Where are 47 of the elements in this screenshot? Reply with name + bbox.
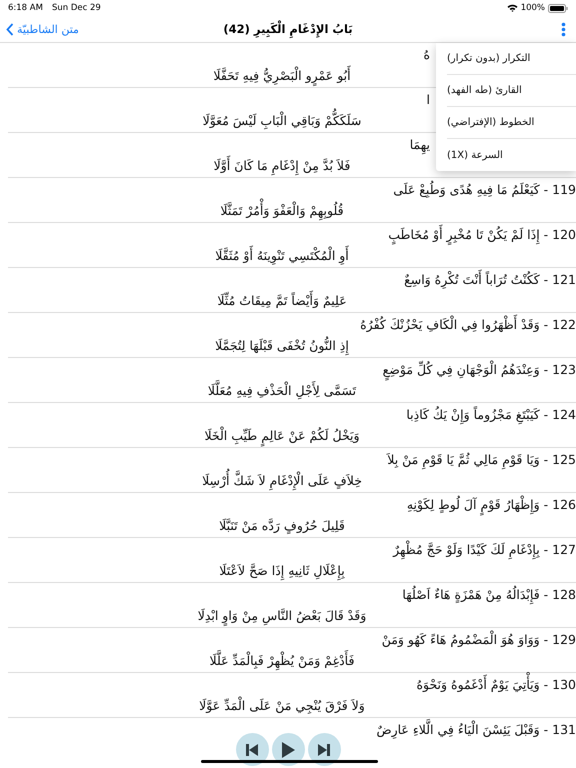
menu-item[interactable]: الخطوط (الإفتراضي) xyxy=(447,107,576,139)
verse-line: 123 - وَعِنْدَهُمُ الْوَجْهَانِ فِي كُلِّ مَوْضِعٍ xyxy=(382,359,576,381)
verse-line: 124 - كَيَبْتَغِ مَجْزُوماً وَإِنْ يَكُ كَاذِبا xyxy=(406,404,576,426)
menu-item[interactable]: التكرار (بدون تكرار) xyxy=(447,43,576,75)
verse-line: 130 - وَيَأْتِيَ يَوْمٌ أَدْغَمُوهُ وَنَحْوَهُ xyxy=(416,674,576,696)
verse-line: خِلاَفٍ عَلَى الْإِدْغَامِ لاَ شَكَّ أُرْسِلَا xyxy=(202,471,362,491)
verse-line: إِذِ النُّونُ تُخْفَى قَبْلَهَا لِتُجَمَّلَا xyxy=(215,336,349,356)
verse-line: 119 - كَيَعْلَمُ مَا فِيهِ هُدًى وَطُبِعْ عَلَى xyxy=(393,180,576,200)
status-time: 6:18 AM xyxy=(8,3,43,13)
verse-line: 129 - وَوَاوَ هُوَ الْمَضْمُومُ هَاءً كَهُو وَمَنْ xyxy=(382,630,576,649)
menu-item[interactable]: القارئ (طه الفهد) xyxy=(447,75,576,107)
verse-line: ا xyxy=(426,91,430,109)
verse-line: وَلاَ فَرْقَ يُنْجِي مَنْ عَلَى الْمَدِّ عَوَّلَا xyxy=(199,696,365,716)
battery-percent: 100% xyxy=(520,3,545,13)
skip-forward-icon xyxy=(317,742,331,756)
verse-line: 126 - وَإِظْهَارُ قَوْمٍ آلَ لُوطٍ لِكَوْنِهِ xyxy=(406,494,576,516)
chevron-left-icon xyxy=(6,22,14,36)
verse-line: عَلِيمٌ وَأَيْضاً تَمَّ مِيقَاتُ مُثِّلَا xyxy=(217,291,347,311)
wifi-icon xyxy=(506,4,518,12)
back-button[interactable]: متن الشاطبيّة xyxy=(6,22,79,36)
verse-line: 120 - إِذَا لَمْ يَكُنْ تَا مُخْبِرٍ أَوْ مُخَاطَبٍ xyxy=(388,224,576,246)
verse-line: 131 - وَقَبْلَ يَئِسْنَ الْيَاءُ فِي الَّلاءِ عَارِضٌ xyxy=(376,719,576,741)
more-icon xyxy=(561,22,566,36)
verse-line: بِإِعْلَالِ ثَانِيهِ إِذَا صَحَّ لاَعْتَلَا xyxy=(219,561,345,581)
skip-back-icon xyxy=(245,742,259,756)
verse-line: 122 - وَقَدْ أَظْهَرُوا فِي الْكَافِ يَحْزُنْكَ كُفْرُهُ xyxy=(360,314,576,336)
verse-line: 128 - فَإِبْدَالُهُ مِنْ هَمْزَةٍ هَاءٌ اَصْلُهَا xyxy=(402,584,576,606)
verse-line: وَيَخْلُ لَكُمْ عَنْ عَالِمٍ طَيِّبِ الْخَلَا xyxy=(204,426,360,446)
play-icon xyxy=(280,740,296,758)
more-options-button[interactable] xyxy=(561,22,566,36)
verse-line: قَلِيلَ حُرُوفٍ رَدَّه مَنْ تَنَبَّلَا xyxy=(219,517,345,536)
menu-item[interactable]: السرعة (1X) xyxy=(447,139,576,171)
verse-line: وَقَدْ قَالَ بَعْضُ النَّاسِ مِنْ وَاوٍ ابْدِلَا xyxy=(198,606,366,626)
battery-icon xyxy=(548,4,568,12)
verse-line: 127 - بِإِدْغَامِ لَكَ كَيْدًا وَلَوْ حَجَّ مُظْهِرٌ xyxy=(393,539,576,561)
verse-line: قُلُوبِهِمْ وَالْعَفْوَ وَأْمُرْ تَمَثَّلَا xyxy=(220,201,344,221)
verse-line: فَلاَ بُدَّ مِنْ إِدْغَامِ مَا كَانَ أَوَّلَا xyxy=(214,156,350,176)
verse-line: هُ xyxy=(423,46,430,64)
verse-line: أَوِ الْمُكْتَسِي تَنْوِينَهُ أَوْ مُثَقَّلَا xyxy=(215,246,349,266)
verse-line: 125 - وَيَا قَوْمِ مَالِي ثُمَّ يَا قَوْمِ مَنْ بِلاَ xyxy=(387,449,576,471)
verse-line: أَبُو عَمْرٍو الْبَصْرِيُّ فِيهِ تَحَفَّلَا xyxy=(213,66,351,86)
verse-line: فَأَدْغِمْ وَمَنْ يُظْهِرْ فَبِالْمَدِّ عَلَّلَا xyxy=(210,651,354,671)
nav-title: بَابُ الإِدْغَامِ الْكَبِيرِ (42) xyxy=(223,22,353,36)
verse-line: تَسَمَّى لِأَجْلِ الْحَذْفِ فِيهِ مُعَلَّلَا xyxy=(208,381,356,401)
verse-line: 121 - كَكُنْتُ تُرَاباً أَنْتَ تُكْرِهُ وَاسِعٌ xyxy=(404,269,576,291)
verse-line: يهِمَا xyxy=(410,134,430,156)
status-date: Sun Dec 29 xyxy=(52,3,101,13)
